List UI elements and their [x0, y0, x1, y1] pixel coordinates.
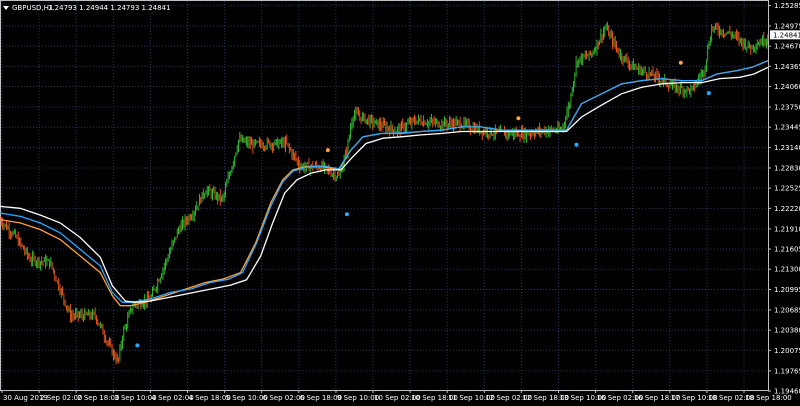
y-tick-label: 1.23140: [774, 144, 800, 152]
x-tick-label: 6 Sep 02:00: [263, 394, 305, 402]
chart-header: GBPUSD,H1 1.24793 1.24944 1.24793 1.2484…: [3, 4, 170, 12]
y-tick-label: 1.20380: [774, 327, 800, 335]
signal-dot: [344, 212, 349, 217]
y-tick-label: 1.20075: [774, 347, 800, 355]
y-tick-label: 1.23750: [774, 104, 800, 112]
signal-dot: [706, 91, 711, 96]
y-tick-label: 1.22525: [774, 185, 800, 193]
x-tick-label: 4 Sep 18:00: [189, 394, 231, 402]
y-tick-label: 1.20995: [774, 286, 800, 294]
ohlc-label: 1.24793 1.24944 1.24793 1.24841: [48, 4, 170, 12]
signal-dot: [574, 142, 579, 147]
price-chart[interactable]: 1.25285 1.24975 1.24670 1.24365 1.24060 1.237…: [0, 0, 800, 406]
x-tick-label: 9 Sep 10:00: [337, 394, 379, 402]
signal-dot: [135, 343, 140, 348]
y-tick-label: 1.21605: [774, 246, 800, 254]
x-tick-label: 18 Sep 18:00: [745, 394, 792, 402]
last-price-tag: 1.24841: [770, 30, 800, 40]
y-tick-label: 1.24060: [774, 83, 800, 91]
signal-dot: [678, 60, 683, 65]
last-price-label: 1.24841: [773, 31, 800, 39]
signal-dot: [516, 116, 521, 121]
y-tick-label: 1.22830: [774, 164, 800, 172]
y-tick-label: 1.24365: [774, 63, 800, 71]
y-tick-label: 1.25285: [774, 2, 800, 10]
y-tick-label: 1.23445: [774, 124, 800, 132]
signal-dot: [325, 148, 330, 153]
y-tick-label: 1.21300: [774, 266, 800, 274]
y-tick-label: 1.21910: [774, 225, 800, 233]
x-tick-label: 6 Sep 18:00: [300, 394, 342, 402]
x-tick-label: 2 Sep 18:00: [77, 394, 119, 402]
y-tick-label: 1.22220: [774, 205, 800, 213]
x-tick-label: 4 Sep 02:00: [151, 394, 193, 402]
x-tick-label: 2 Sep 02:00: [40, 394, 82, 402]
y-tick-label: 1.24670: [774, 43, 800, 51]
y-tick-label: 1.20685: [774, 306, 800, 314]
y-tick-label: 1.19765: [774, 367, 800, 375]
y-tick-label: 1.24975: [774, 22, 800, 30]
x-tick-label: 5 Sep 10:00: [226, 394, 268, 402]
x-tick-label: 3 Sep 10:00: [114, 394, 156, 402]
